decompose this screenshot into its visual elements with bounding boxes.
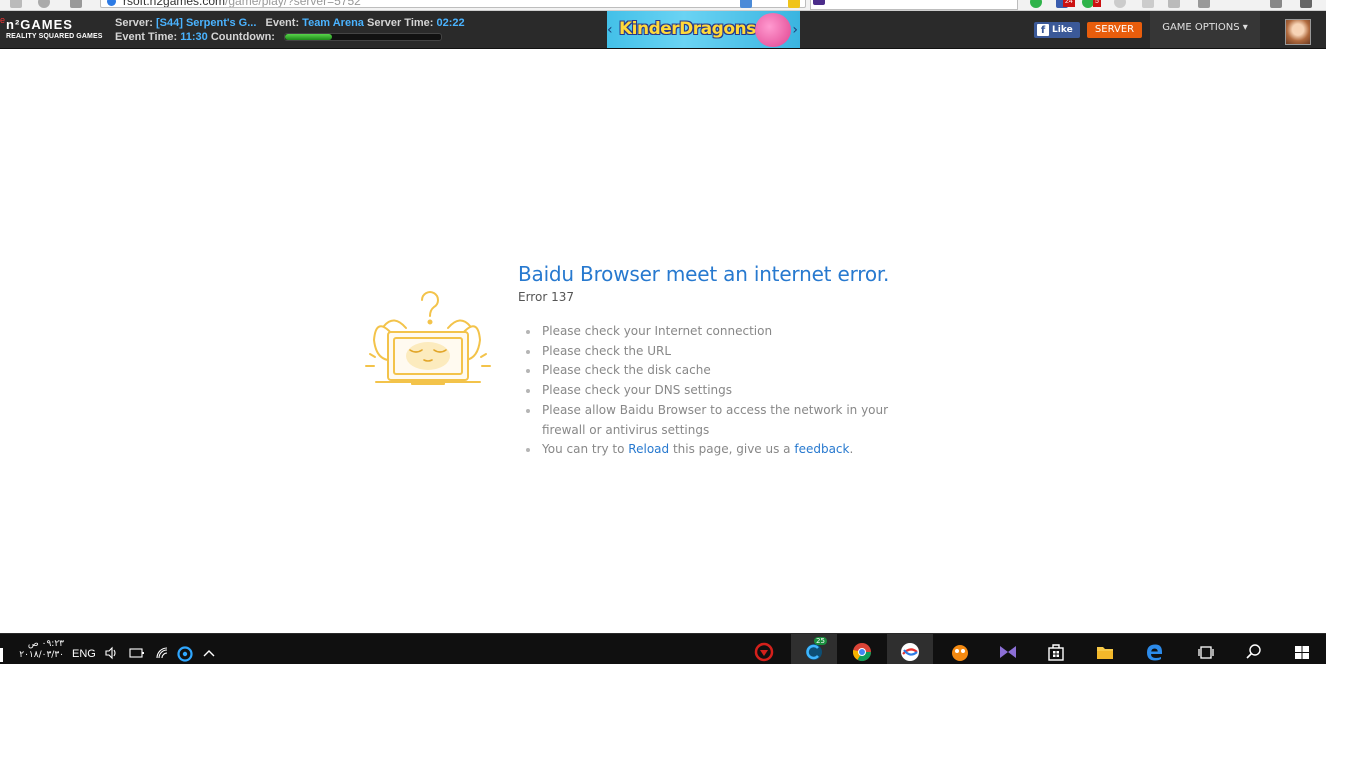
- event-time-label: Event Time:: [115, 31, 178, 43]
- dragon-icon: [755, 13, 791, 47]
- sad-computer-illustration: [365, 291, 491, 385]
- event-time-value: 11:30: [180, 31, 208, 43]
- reload-middle: this page, give us a: [669, 442, 795, 457]
- windows-taskbar: ٠٩:٢٣ ص ٢٠١٨/٠٣/٣٠ ENG 25: [0, 633, 1326, 664]
- start-button[interactable]: [1279, 634, 1325, 664]
- language-indicator[interactable]: ENG: [72, 648, 96, 660]
- feedback-link[interactable]: feedback: [794, 442, 849, 456]
- baidu-antivirus-icon: [754, 642, 774, 662]
- facebook-like-button[interactable]: f Like: [1034, 22, 1080, 38]
- store-app[interactable]: [1033, 634, 1079, 664]
- facebook-like-label: Like: [1052, 25, 1073, 35]
- file-explorer-app[interactable]: [1082, 634, 1128, 664]
- search-button[interactable]: [1231, 634, 1277, 664]
- link-icon[interactable]: [1198, 0, 1210, 8]
- tools-icon[interactable]: [1168, 0, 1180, 8]
- baidu-browser-icon: [901, 643, 919, 661]
- search-box[interactable]: [810, 0, 1018, 10]
- mail-badge: 24: [1063, 0, 1075, 7]
- facebook-icon: f: [1037, 24, 1049, 36]
- server-button[interactable]: SERVER: [1087, 22, 1142, 38]
- task-view-icon: [1198, 646, 1214, 659]
- server-label: Server:: [115, 17, 153, 29]
- restore-icon[interactable]: [1270, 0, 1282, 8]
- windows-icon: [1295, 646, 1309, 659]
- baidu-browser-app[interactable]: [887, 634, 933, 664]
- countdown-progress-bar: [284, 33, 443, 42]
- error-code: Error 137: [518, 290, 574, 304]
- url-domain: rsoft.n2games.com: [123, 0, 226, 8]
- chevron-up-icon[interactable]: [202, 646, 216, 663]
- menu-icon[interactable]: [1300, 0, 1312, 8]
- reload-suffix: .: [849, 442, 854, 457]
- clock-date: ٢٠١٨/٠٣/٣٠: [19, 650, 64, 660]
- ccleaner-icon: [806, 644, 822, 660]
- search-engine-icon: [813, 0, 825, 5]
- visual-studio-app[interactable]: [985, 634, 1031, 664]
- home-icon[interactable]: [70, 0, 82, 8]
- list-item: Please allow Baidu Browser to access the…: [526, 401, 916, 440]
- search-icon: [1246, 644, 1261, 659]
- event-value: Team Arena: [302, 17, 364, 29]
- star-icon[interactable]: [788, 0, 800, 8]
- baidu-tray-icon[interactable]: [177, 646, 193, 664]
- banner-prev-icon[interactable]: ‹: [607, 22, 613, 38]
- n2games-logo[interactable]: e n²GAMES REALITY SQUARED GAMES: [0, 15, 106, 45]
- server-value[interactable]: [S44] Serpent's G...: [156, 17, 256, 29]
- back-icon[interactable]: [10, 0, 22, 8]
- chrome-app[interactable]: [839, 634, 885, 664]
- volume-icon[interactable]: [104, 646, 118, 663]
- site-icon: [107, 0, 116, 6]
- uc-browser-app[interactable]: [937, 634, 983, 664]
- extension-icon[interactable]: [1030, 0, 1042, 8]
- refresh-icon[interactable]: [38, 0, 50, 8]
- task-view-button[interactable]: [1183, 634, 1229, 664]
- network-icon[interactable]: [129, 646, 145, 663]
- address-bar[interactable]: rsoft.n2games.com/game/play/?server=5752: [100, 0, 806, 8]
- extension-badge: 5: [1093, 0, 1101, 7]
- countdown-progress-fill: [285, 34, 332, 41]
- ccleaner-app[interactable]: 25: [791, 634, 837, 664]
- reload-link[interactable]: Reload: [628, 442, 669, 456]
- banner-text: KinderDragons: [619, 19, 756, 39]
- puzzle-icon[interactable]: [1142, 0, 1154, 8]
- url-path: /game/play/?server=5752: [225, 0, 361, 8]
- logo-mark: e: [0, 15, 6, 25]
- taskbar-clock[interactable]: ٠٩:٢٣ ص ٢٠١٨/٠٣/٣٠: [12, 639, 64, 661]
- uc-browser-icon: [952, 645, 968, 661]
- logo-sub-text: REALITY SQUARED GAMES: [6, 33, 103, 40]
- list-item-reload: You can try to Reload this page, give us…: [526, 440, 916, 460]
- kinderdragons-ad-banner[interactable]: ‹ KinderDragons ›: [607, 11, 800, 48]
- list-item: Please check the URL: [526, 342, 916, 362]
- store-icon: [1048, 644, 1064, 661]
- wifi-icon[interactable]: [155, 646, 169, 663]
- list-item: Please check your Internet connection: [526, 322, 916, 342]
- edge-app[interactable]: [1132, 634, 1178, 664]
- server-time-value: 02:22: [436, 17, 465, 29]
- banner-next-icon[interactable]: ›: [792, 22, 798, 38]
- folder-icon: [1097, 647, 1113, 659]
- game-options-dropdown[interactable]: GAME OPTIONS ▾: [1150, 11, 1260, 48]
- logo-main-text: n²GAMES: [6, 17, 73, 32]
- server-time-label: Server Time:: [366, 17, 434, 29]
- clock-time: ٠٩:٢٣ ص: [27, 639, 64, 649]
- avatar[interactable]: [1285, 19, 1311, 45]
- ccleaner-badge: 25: [814, 637, 827, 645]
- countdown-label: Countdown:: [210, 31, 275, 43]
- show-desktop-button[interactable]: [0, 648, 3, 662]
- edge-icon: [1147, 644, 1162, 661]
- list-item: Please check your DNS settings: [526, 381, 916, 401]
- translate-icon[interactable]: [740, 0, 752, 8]
- baidu-antivirus-app[interactable]: [741, 634, 787, 664]
- reload-prefix: You can try to: [542, 442, 629, 457]
- browser-toolbar: rsoft.n2games.com/game/play/?server=5752…: [0, 0, 1326, 11]
- visual-studio-icon: [1000, 646, 1016, 658]
- error-title: Baidu Browser meet an internet error.: [518, 262, 890, 286]
- event-label: Event:: [265, 17, 300, 29]
- list-item: Please check the disk cache: [526, 361, 916, 381]
- extension-icon-3[interactable]: [1114, 0, 1126, 8]
- server-info: Server: [S44] Serpent's G... Event: Team…: [115, 16, 465, 44]
- chrome-icon: [852, 643, 871, 662]
- error-suggestions-list: Please check your Internet connection Pl…: [526, 322, 916, 460]
